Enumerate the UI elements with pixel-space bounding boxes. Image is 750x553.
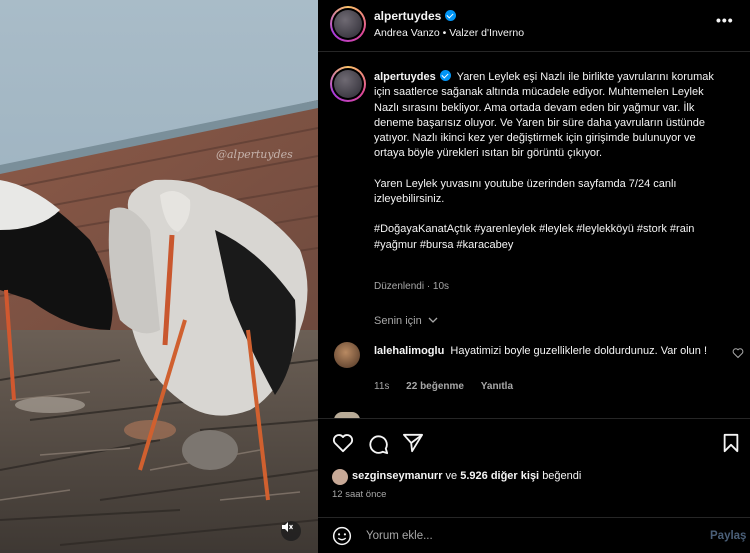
like-heart-icon[interactable]	[332, 433, 354, 453]
post-media[interactable]: @alpertuydes	[0, 0, 318, 553]
commenter-avatar[interactable]	[334, 342, 360, 368]
chevron-down-icon	[428, 317, 438, 323]
emoji-icon[interactable]	[332, 526, 352, 546]
reply-button[interactable]: Yanıtla	[481, 381, 513, 392]
liker-username[interactable]: sezginseymanurr	[352, 470, 442, 482]
audio-track-link[interactable]: Andrea Vanzo • Valzer d'Inverno	[374, 27, 524, 39]
caption-username[interactable]: alpertuydes	[374, 71, 436, 83]
comment-time: 11s	[374, 381, 390, 392]
post-caption: alpertuydes Yaren Leylek eşi Nazlı ile b…	[374, 70, 719, 268]
comment-input[interactable]	[366, 530, 686, 542]
post-details-panel: alpertuydes Andrea Vanzo • Valzer d'Inve…	[318, 0, 750, 553]
caption-hashtags[interactable]: #DoğayaKanatAçtık #yarenleylek #leylek #…	[374, 222, 719, 253]
likes-suffix: beğendi	[542, 470, 582, 482]
for-you-dropdown[interactable]: Senin için	[374, 315, 438, 327]
mute-button[interactable]	[281, 521, 301, 541]
speaker-muted-icon	[282, 522, 293, 532]
comment-bubble-icon[interactable]	[367, 433, 389, 455]
edited-timestamp: Düzenlendi · 10s	[374, 281, 450, 292]
verified-badge-icon	[439, 70, 451, 81]
post-actions-bar	[318, 418, 750, 468]
stork-nest-video-frame	[0, 0, 318, 553]
save-bookmark-icon[interactable]	[722, 433, 740, 453]
for-you-label: Senin için	[374, 315, 422, 327]
liker-avatar[interactable]	[332, 469, 348, 485]
caption-text: Yaren Leylek eşi Nazlı ile birlikte yavr…	[374, 71, 714, 160]
comment: lalehalimoglu Hayatimizi boyle guzellikl…	[374, 344, 719, 359]
post-header: alpertuydes Andrea Vanzo • Valzer d'Inve…	[318, 0, 750, 52]
comment-like-heart-icon[interactable]	[732, 347, 744, 359]
verified-badge-icon	[445, 10, 457, 21]
comment-text: Hayatimizi boyle guzelliklerle doldurdun…	[450, 345, 708, 357]
add-comment-bar: Paylaş	[318, 517, 750, 553]
video-watermark: @alpertuydes	[216, 148, 293, 161]
caption-youtube-note: Yaren Leylek yuvasını youtube üzerinden …	[374, 177, 677, 206]
post-comment-button[interactable]: Paylaş	[710, 530, 746, 542]
header-username[interactable]: alpertuydes	[374, 9, 441, 23]
caption-avatar[interactable]	[334, 70, 362, 98]
avatar[interactable]	[334, 10, 362, 38]
likes-connector: ve	[445, 470, 458, 482]
more-options-button[interactable]: •••	[716, 12, 734, 28]
post-time[interactable]: 12 saat önce	[332, 489, 386, 500]
likes-count[interactable]: 5.926 diğer kişi	[460, 470, 539, 482]
comment-meta: 11s 22 beğenme Yanıtla	[374, 381, 527, 392]
comment-likes[interactable]: 22 beğenme	[406, 381, 464, 392]
share-paper-plane-icon[interactable]	[402, 433, 424, 453]
likes-summary: sezginseymanurr ve 5.926 diğer kişi beğe…	[352, 470, 581, 482]
comment-username[interactable]: lalehalimoglu	[374, 345, 444, 357]
